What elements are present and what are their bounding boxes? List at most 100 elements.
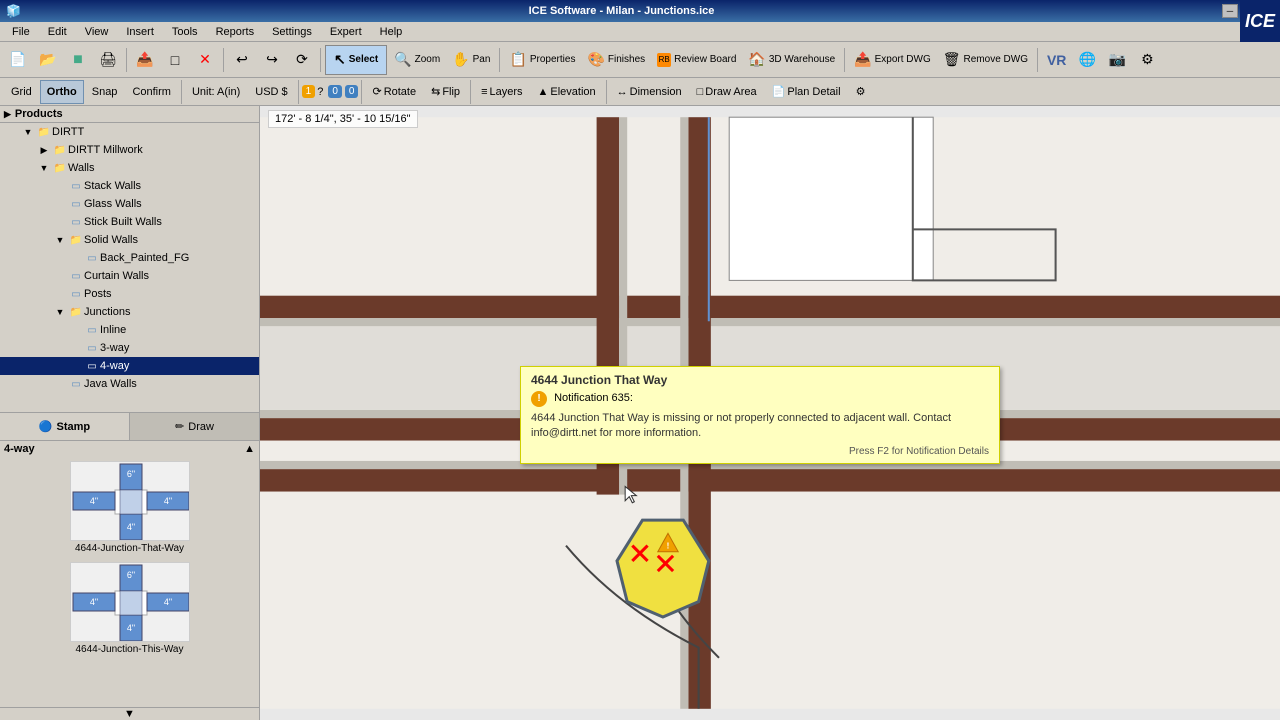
vr-button[interactable]: VR xyxy=(1042,45,1071,75)
tree-label-3way: 3-way xyxy=(100,342,259,354)
review-board-button[interactable]: RB Review Board xyxy=(652,45,741,75)
open-button[interactable]: 📂 xyxy=(34,45,62,75)
refresh-button[interactable]: ⟳ xyxy=(288,45,316,75)
confirm-button[interactable]: Confirm xyxy=(125,80,178,104)
tree-item-inline[interactable]: ▶ ▭ Inline xyxy=(0,321,259,339)
expand-junctions[interactable]: ▼ xyxy=(52,304,68,320)
scroll-down-icon[interactable]: ▼ xyxy=(124,708,135,720)
canvas-coords: 172' - 8 1/4", 35' - 10 15/16" xyxy=(268,110,418,128)
svg-text:4": 4" xyxy=(163,496,171,506)
export-button[interactable]: 📤 xyxy=(131,45,159,75)
tree-label-junctions: Junctions xyxy=(84,306,259,318)
template-button[interactable]: □ xyxy=(161,45,189,75)
tree-item-walls[interactable]: ▼ 📁 Walls xyxy=(0,159,259,177)
tree-item-4way[interactable]: ▶ ▭ 4-way xyxy=(0,357,259,375)
menu-insert[interactable]: Insert xyxy=(118,25,162,39)
plan-detail-icon: 📄 xyxy=(772,85,786,98)
toolbar: 📄 📂 ■ 🖨 📤 □ ✕ ↩ ↪ ⟳ ↖ Select 🔍 Zoom ✋ Pa… xyxy=(0,42,1280,78)
tree-item-solid-walls[interactable]: ▼ 📁 Solid Walls xyxy=(0,231,259,249)
scroll-up-icon[interactable]: ▲ xyxy=(244,443,255,455)
tree-item-posts[interactable]: ▶ ▭ Posts xyxy=(0,285,259,303)
expand-walls[interactable]: ▼ xyxy=(36,160,52,176)
delete-button[interactable]: ✕ xyxy=(191,45,219,75)
finishes-button[interactable]: 🎨 Finishes xyxy=(582,45,650,75)
sep-t2 xyxy=(298,80,299,104)
expand-dirtt[interactable]: ▼ xyxy=(20,124,36,140)
3d-warehouse-button[interactable]: 🏠 3D Warehouse xyxy=(743,45,840,75)
select-arrow-button[interactable]: ↩ xyxy=(228,45,256,75)
camera-button[interactable]: 📷 xyxy=(1103,45,1131,75)
tree-item-millwork[interactable]: ▶ 📁 DIRTT Millwork xyxy=(0,141,259,159)
menu-edit[interactable]: Edit xyxy=(40,25,75,39)
tree-expand-root[interactable]: ▶ xyxy=(4,109,11,120)
stamp-item-1[interactable]: 6" 4" 4" 4" 4644-Junction-That-Way xyxy=(0,457,259,558)
stamp-tab[interactable]: 🔵 Stamp xyxy=(0,413,130,440)
stamp-panel: 4-way ▲ 6" 4" xyxy=(0,440,259,720)
extra-icon: ⚙ xyxy=(856,85,866,98)
select2-arrow-button[interactable]: ↪ xyxy=(258,45,286,75)
settings-icon-button[interactable]: ⚙ xyxy=(1133,45,1161,75)
select-button[interactable]: ↖ Select xyxy=(325,45,387,75)
tree-item-curtain[interactable]: ▶ ▭ Curtain Walls xyxy=(0,267,259,285)
menu-tools[interactable]: Tools xyxy=(164,25,206,39)
sep-t4 xyxy=(470,80,471,104)
tree-item-stick-walls[interactable]: ▶ ▭ Stick Built Walls xyxy=(0,213,259,231)
stamp-scroll[interactable]: 6" 4" 4" 4" 4644-Junction-That-Way xyxy=(0,457,259,712)
snap-button[interactable]: Snap xyxy=(85,80,125,104)
dimension-button[interactable]: ↔ Dimension xyxy=(610,80,689,104)
remove-dwg-button[interactable]: 🗑 Remove DWG xyxy=(938,45,1033,75)
wall-icon-stick: ▭ xyxy=(68,214,84,230)
menu-reports[interactable]: Reports xyxy=(208,25,263,39)
export-dwg-button[interactable]: 📤 Export DWG xyxy=(849,45,936,75)
menu-settings[interactable]: Settings xyxy=(264,25,320,39)
draw-tab[interactable]: ✏ Draw xyxy=(130,413,259,440)
dimension-label: Dimension xyxy=(630,86,682,98)
notif-footer: Press F2 for Notification Details xyxy=(531,446,989,457)
elevation-icon: ▲ xyxy=(538,86,549,98)
tree-item-dirtt[interactable]: ▼ 📁 DIRTT xyxy=(0,123,259,141)
review-board-label: Review Board xyxy=(674,54,736,65)
properties-button[interactable]: 📋 Properties xyxy=(504,45,580,75)
tree-label-walls: Walls xyxy=(68,162,259,174)
menu-view[interactable]: View xyxy=(77,25,117,39)
new-button[interactable]: 📄 xyxy=(4,45,32,75)
extra-tools-button[interactable]: ⚙ xyxy=(849,80,873,104)
menu-help[interactable]: Help xyxy=(372,25,411,39)
tree-item-stack-walls[interactable]: ▶ ▭ Stack Walls xyxy=(0,177,259,195)
tree-item-3way[interactable]: ▶ ▭ 3-way xyxy=(0,339,259,357)
minimize-button[interactable]: ─ xyxy=(1222,4,1238,18)
ortho-button[interactable]: Ortho xyxy=(40,80,84,104)
save-button[interactable]: ■ xyxy=(64,45,92,75)
expand-millwork[interactable]: ▶ xyxy=(36,142,52,158)
tree-item-java[interactable]: ▶ ▭ Java Walls xyxy=(0,375,259,393)
layers-button[interactable]: ≡ Layers xyxy=(474,80,529,104)
pan-button[interactable]: ✋ Pan xyxy=(447,45,495,75)
stamp-draw-tabs: 🔵 Stamp ✏ Draw xyxy=(0,412,259,440)
tree-item-junctions[interactable]: ▼ 📁 Junctions xyxy=(0,303,259,321)
tree-scroll[interactable]: ▼ 📁 DIRTT ▶ 📁 DIRTT Millwork ▼ xyxy=(0,123,259,412)
canvas-area[interactable]: 172' - 8 1/4", 35' - 10 15/16" xyxy=(260,106,1280,720)
tree-label-stack: Stack Walls xyxy=(84,180,259,192)
draw-area-button[interactable]: □ Draw Area xyxy=(690,80,764,104)
junction-preview-2: 6" 4" 4" 4" xyxy=(70,562,190,642)
menu-file[interactable]: File xyxy=(4,25,38,39)
zoom-button[interactable]: 🔍 Zoom xyxy=(389,45,445,75)
dimension-icon: ↔ xyxy=(617,86,628,98)
tree-item-back-painted[interactable]: ▶ ▭ Back_Painted_FG xyxy=(0,249,259,267)
grid-button[interactable]: Grid xyxy=(4,80,39,104)
sep3 xyxy=(320,48,321,72)
globe-button[interactable]: 🌐 xyxy=(1073,45,1101,75)
flip-label: Flip xyxy=(442,86,460,98)
plan-detail-button[interactable]: 📄 Plan Detail xyxy=(765,80,848,104)
flip-button[interactable]: ⇆ Flip xyxy=(424,80,467,104)
elevation-button[interactable]: ▲ Elevation xyxy=(531,80,603,104)
stamp-item-2[interactable]: 6" 4" 4" 4" 4644-Junction-This-Way xyxy=(0,558,259,659)
sep1 xyxy=(126,48,127,72)
counter2-group: 0 xyxy=(328,85,342,98)
print-button[interactable]: 🖨 xyxy=(94,45,122,75)
rotate-button[interactable]: ⟳ Rotate xyxy=(365,80,423,104)
expand-solid[interactable]: ▼ xyxy=(52,232,68,248)
item-icon-posts: ▭ xyxy=(68,286,84,302)
menu-expert[interactable]: Expert xyxy=(322,25,370,39)
tree-item-glass-walls[interactable]: ▶ ▭ Glass Walls xyxy=(0,195,259,213)
